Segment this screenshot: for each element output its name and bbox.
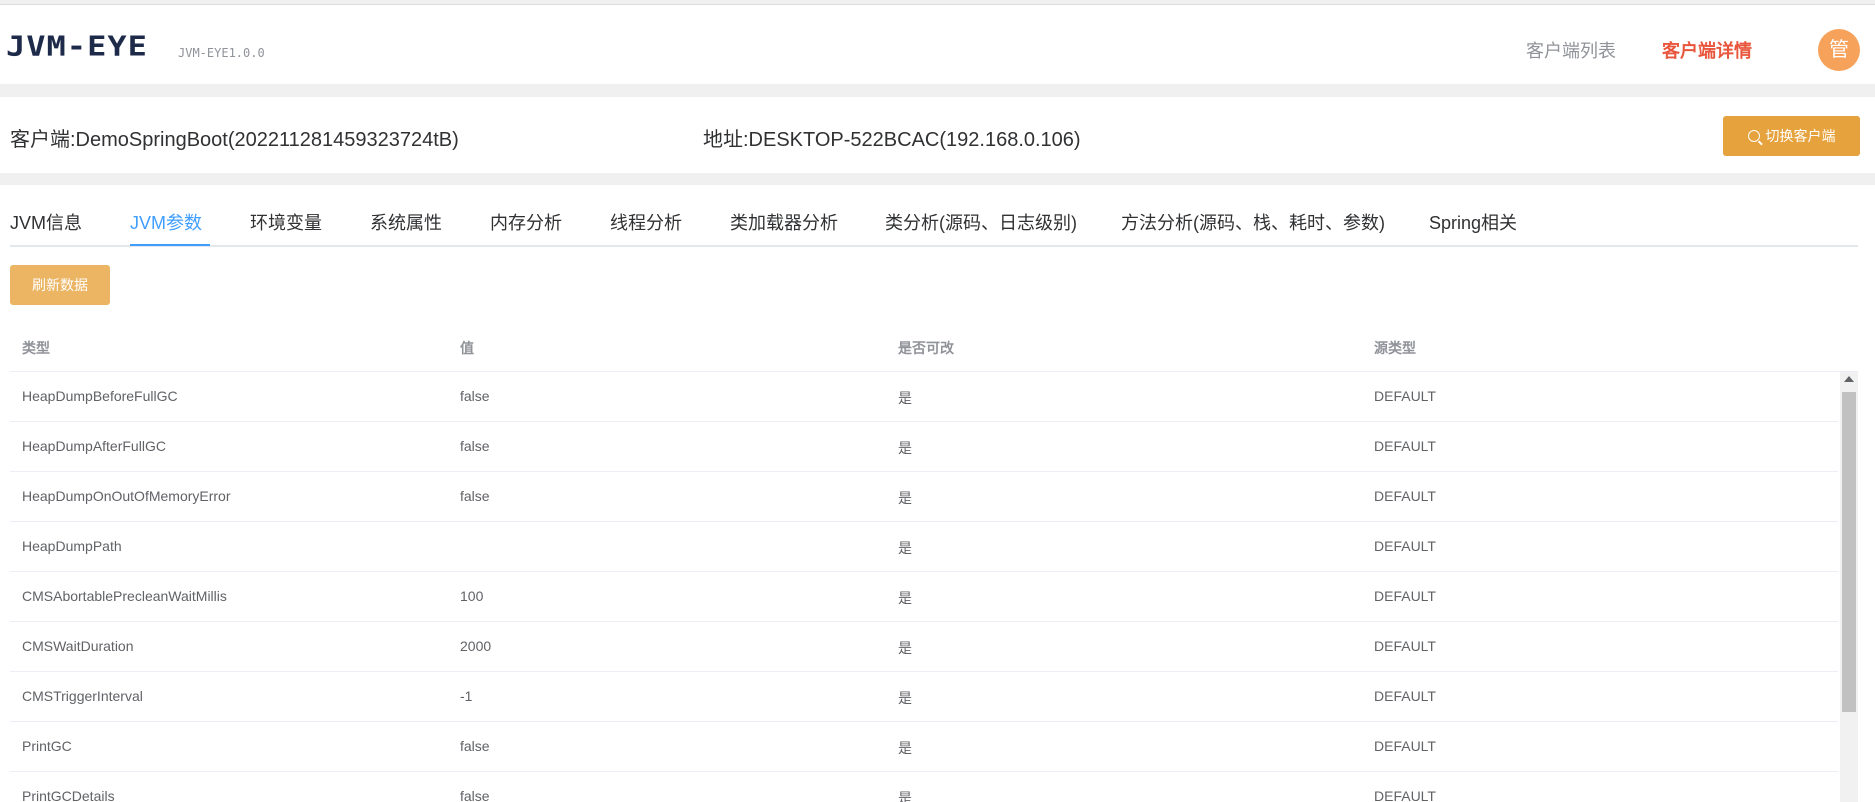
nav-client-detail[interactable]: 客户端详情	[1662, 37, 1752, 63]
cell-editable: 是	[898, 490, 912, 506]
tab-jvm-params[interactable]: JVM参数	[130, 209, 202, 235]
cell-source-type: DEFAULT	[1374, 688, 1436, 704]
client-name: 客户端:DemoSpringBoot(202211281459323724tB)	[10, 129, 459, 151]
scrollbar-thumb[interactable]	[1842, 392, 1856, 712]
cell-source-type: DEFAULT	[1374, 488, 1436, 504]
tab-thread-analysis[interactable]: 线程分析	[610, 209, 682, 235]
scroll-up-arrow-icon[interactable]	[1844, 376, 1854, 382]
search-icon	[1747, 130, 1760, 142]
cell-source-type: DEFAULT	[1374, 638, 1436, 654]
column-value[interactable]: 值	[460, 338, 474, 358]
cell-type: CMSAbortablePrecleanWaitMillis	[22, 588, 227, 604]
cell-value: false	[460, 388, 490, 404]
cell-type: HeapDumpBeforeFullGC	[22, 388, 178, 404]
table-row: HeapDumpOnOutOfMemoryError false 是 DEFAU…	[10, 472, 1838, 522]
table-row: HeapDumpPath 是 DEFAULT	[10, 522, 1838, 572]
table-row: CMSWaitDuration 2000 是 DEFAULT	[10, 622, 1838, 672]
cell-value: false	[460, 738, 490, 754]
cell-source-type: DEFAULT	[1374, 388, 1436, 404]
cell-source-type: DEFAULT	[1374, 588, 1436, 604]
cell-editable: 是	[898, 740, 912, 756]
cell-editable: 是	[898, 540, 912, 556]
user-avatar[interactable]: 管	[1818, 29, 1860, 71]
app-logo: JVM-EYE	[6, 29, 148, 63]
app-header: JVM-EYE JVM-EYE1.0.0 客户端列表 客户端详情 管	[0, 5, 1875, 84]
tab-memory-analysis[interactable]: 内存分析	[490, 209, 562, 235]
cell-editable: 是	[898, 690, 912, 706]
cell-type: CMSWaitDuration	[22, 638, 134, 654]
column-source-type[interactable]: 源类型	[1374, 338, 1416, 358]
table-row: CMSAbortablePrecleanWaitMillis 100 是 DEF…	[10, 572, 1838, 622]
cell-source-type: DEFAULT	[1374, 438, 1436, 454]
cell-editable: 是	[898, 790, 912, 802]
column-editable[interactable]: 是否可改	[898, 338, 954, 358]
column-type[interactable]: 类型	[22, 338, 50, 358]
tab-spring[interactable]: Spring相关	[1429, 209, 1517, 235]
table-row: HeapDumpBeforeFullGC false 是 DEFAULT	[10, 372, 1838, 422]
tab-system-props[interactable]: 系统属性	[370, 209, 442, 235]
client-info-bar: 客户端:DemoSpringBoot(202211281459323724tB)…	[0, 97, 1875, 173]
client-address: 地址:DESKTOP-522BCAC(192.168.0.106)	[703, 129, 1081, 151]
table-scrollbar[interactable]	[1840, 372, 1858, 802]
cell-value: -1	[460, 688, 473, 704]
tab-class-analysis[interactable]: 类分析(源码、日志级别)	[885, 209, 1077, 235]
refresh-data-button[interactable]: 刷新数据	[10, 265, 110, 305]
cell-type: HeapDumpAfterFullGC	[22, 438, 166, 454]
cell-type: PrintGC	[22, 738, 72, 754]
switch-client-button[interactable]: 切换客户端	[1723, 116, 1860, 156]
table-row: HeapDumpAfterFullGC false 是 DEFAULT	[10, 422, 1838, 472]
cell-type: PrintGCDetails	[22, 788, 115, 802]
cell-value: false	[460, 438, 490, 454]
table-body[interactable]: HeapDumpBeforeFullGC false 是 DEFAULT Hea…	[10, 372, 1838, 802]
cell-editable: 是	[898, 640, 912, 656]
switch-client-label: 切换客户端	[1765, 128, 1836, 144]
table-row: CMSTriggerInterval -1 是 DEFAULT	[10, 672, 1838, 722]
cell-source-type: DEFAULT	[1374, 538, 1436, 554]
tab-jvm-info[interactable]: JVM信息	[10, 209, 82, 235]
app-version: JVM-EYE1.0.0	[178, 46, 265, 60]
cell-type: HeapDumpOnOutOfMemoryError	[22, 488, 231, 504]
cell-value: 100	[460, 588, 484, 604]
active-tab-indicator	[130, 244, 210, 246]
cell-value: false	[460, 488, 490, 504]
cell-value: false	[460, 788, 490, 802]
cell-source-type: DEFAULT	[1374, 738, 1436, 754]
cell-editable: 是	[898, 590, 912, 606]
cell-type: CMSTriggerInterval	[22, 688, 143, 704]
table-row: PrintGCDetails false 是 DEFAULT	[10, 772, 1838, 802]
nav-client-list[interactable]: 客户端列表	[1526, 37, 1616, 63]
tab-method-analysis[interactable]: 方法分析(源码、栈、耗时、参数)	[1121, 209, 1385, 235]
tab-bar: JVM信息 JVM参数 环境变量 系统属性 内存分析 线程分析 类加载器分析 类…	[10, 185, 1858, 247]
cell-editable: 是	[898, 440, 912, 456]
tab-env-vars[interactable]: 环境变量	[250, 209, 322, 235]
cell-editable: 是	[898, 390, 912, 406]
tab-classloader-analysis[interactable]: 类加载器分析	[730, 209, 838, 235]
table-row: PrintGC false 是 DEFAULT	[10, 722, 1838, 772]
cell-value: 2000	[460, 638, 492, 654]
cell-source-type: DEFAULT	[1374, 788, 1436, 802]
cell-type: HeapDumpPath	[22, 538, 122, 554]
table-header: 类型 值 是否可改 源类型	[10, 320, 1858, 372]
main-panel: JVM信息 JVM参数 环境变量 系统属性 内存分析 线程分析 类加载器分析 类…	[0, 185, 1875, 802]
